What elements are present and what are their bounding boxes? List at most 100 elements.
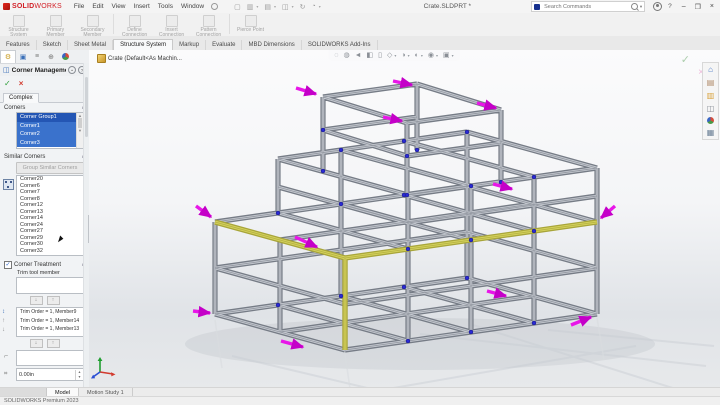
list-item[interactable]: Trim Order = 1, Member14 — [17, 317, 83, 326]
pierce-point-button[interactable]: Pierce Point — [232, 15, 269, 33]
restore-button[interactable]: ❐ — [695, 3, 701, 11]
graphics-viewport[interactable]: Crate (Default<As Machin... ◌ ◍ ◄ ◧ ▯ ◇▾… — [89, 50, 720, 388]
search-icon[interactable] — [631, 3, 638, 10]
tab-solidworks-addins[interactable]: SOLIDWORKS Add-Ins — [302, 40, 378, 50]
property-manager-tab[interactable]: ⚙ — [0, 50, 16, 63]
manager-tab-strip: ⚙ ▣ ≡ ⊕ — [0, 50, 89, 64]
menu-tools[interactable]: Tools — [158, 3, 173, 10]
previous-view-icon[interactable]: ◄ — [355, 52, 362, 59]
insert-connection-element-icon — [166, 15, 178, 27]
view-orientation-icon[interactable]: ◇ — [387, 51, 392, 59]
menu-insert[interactable]: Insert — [134, 3, 150, 10]
dynamic-annotation-icon[interactable]: ▯ — [378, 51, 382, 59]
corners-scrollbar[interactable]: ▲▼ — [76, 113, 83, 148]
list-item[interactable]: Corner32 — [17, 248, 83, 255]
menu-view[interactable]: View — [112, 3, 126, 10]
flyout-feature-tree[interactable]: Crate (Default<As Machin... — [97, 54, 182, 63]
list-item[interactable]: Corner3 — [17, 139, 83, 148]
list-item[interactable]: Corner2 — [17, 130, 83, 139]
options-icon[interactable]: ◔ — [312, 3, 316, 10]
corners-group-header[interactable]: Corners ∧ — [0, 103, 89, 112]
view-palette-icon[interactable]: ◫ — [707, 104, 715, 113]
feature-manager-tab[interactable]: ▣ — [16, 50, 30, 63]
tab-sketch[interactable]: Sketch — [37, 40, 68, 50]
view-settings-icon[interactable]: ▣ — [443, 51, 450, 59]
corners-listbox[interactable]: Corner Group1 Corner1 Corner2 Corner3 ▲▼ — [16, 112, 84, 149]
move-buttons: ↓ ↑ — [0, 339, 89, 348]
menu-window[interactable]: Window — [181, 3, 204, 10]
confirmation-corner-ok-icon[interactable]: ✓ — [681, 53, 690, 66]
3dexperience-icon — [534, 4, 540, 10]
save-icon[interactable]: ▤ — [264, 3, 271, 11]
display-style-icon[interactable]: ◑ — [401, 52, 405, 59]
trim-tool-member-box[interactable] — [16, 277, 84, 294]
frame-members[interactable] — [215, 84, 597, 350]
move-down-button[interactable]: ↓ — [30, 339, 43, 348]
display-manager-tab[interactable] — [58, 50, 72, 63]
list-item[interactable]: Trim Order = 1, Member9 — [17, 308, 83, 317]
reorder-controls: ↕ ↑ ↓ — [2, 309, 5, 333]
tab-sheet-metal[interactable]: Sheet Metal — [68, 40, 113, 50]
zoom-fit-icon[interactable]: ◌ — [334, 52, 338, 59]
move-down-button[interactable]: ↓ — [30, 296, 43, 305]
swap-order-icon[interactable]: ↕ — [2, 309, 5, 315]
home-icon[interactable]: ⌂ — [708, 65, 713, 74]
menu-edit[interactable]: Edit — [92, 3, 103, 10]
corner-treatment-checkbox[interactable]: ✓ — [4, 261, 12, 269]
cancel-button[interactable]: × — [19, 79, 24, 88]
similar-corners-listbox[interactable]: Corner20 Corner6 Corner7 Corner8 Corner1… — [16, 175, 84, 256]
section-view-icon[interactable]: ◧ — [367, 51, 374, 59]
gap-distance-spinner[interactable]: 0.00in ▲▼ — [16, 368, 84, 381]
edit-appearance-icon[interactable]: ◉ — [428, 51, 434, 59]
user-account-icon[interactable] — [653, 2, 662, 11]
tab-mbd-dimensions[interactable]: MBD Dimensions — [242, 40, 301, 50]
tab-evaluate[interactable]: Evaluate — [206, 40, 242, 50]
primary-member-icon — [50, 15, 62, 27]
tab-complex[interactable]: Complex — [3, 93, 39, 103]
command-manager-tabs: Features Sketch Sheet Metal Structure Sy… — [0, 36, 720, 51]
menu-pin-icon[interactable] — [211, 3, 218, 10]
hide-show-items-icon[interactable]: ◐ — [415, 52, 419, 59]
file-explorer-icon[interactable]: ▥ — [707, 91, 715, 100]
spinner-arrows[interactable]: ▲▼ — [75, 370, 83, 380]
order-up-icon[interactable]: ↑ — [2, 318, 5, 324]
trim-selection-box[interactable] — [16, 350, 84, 366]
search-input[interactable] — [542, 3, 631, 11]
corner-treatment-group-header[interactable]: ✓ Corner Treatment ∧ — [0, 259, 89, 270]
similar-corners-group-header[interactable]: Similar Corners ∧ — [0, 152, 89, 161]
tab-features[interactable]: Features — [0, 40, 37, 50]
appearances-icon[interactable] — [707, 117, 714, 124]
move-up-button[interactable]: ↑ — [47, 296, 60, 305]
print-icon[interactable]: ◫ — [282, 3, 289, 11]
close-button[interactable]: × — [710, 3, 714, 11]
order-down-icon[interactable]: ↓ — [2, 327, 5, 333]
pin-icon[interactable]: • — [68, 66, 76, 74]
ok-button[interactable]: ✓ — [4, 79, 11, 88]
structure-system-button[interactable]: Structure System — [0, 15, 37, 38]
new-document-icon[interactable]: ▢ — [234, 3, 241, 11]
group-similar-corners-button[interactable]: Group Similar Corners — [16, 162, 84, 174]
design-library-icon[interactable]: ▤ — [707, 78, 715, 87]
minimize-button[interactable]: – — [682, 3, 686, 11]
primary-member-button[interactable]: Primary Member — [37, 15, 74, 38]
move-up-button[interactable]: ↑ — [47, 339, 60, 348]
tab-structure-system[interactable]: Structure System — [113, 39, 173, 50]
list-item[interactable]: Trim Order = 1, Member13 — [17, 325, 83, 334]
zoom-area-icon[interactable]: ◍ — [343, 51, 349, 59]
trim-order-listbox[interactable]: Trim Order = 1, Member9 Trim Order = 1, … — [16, 307, 84, 337]
rebuild-icon[interactable]: ↻ — [300, 3, 306, 11]
model-3d-view[interactable] — [89, 50, 720, 388]
gap-distance-icon: ⌗ — [4, 371, 7, 378]
open-icon[interactable]: ▥ — [247, 3, 254, 11]
tab-markup[interactable]: Markup — [173, 40, 206, 50]
search-caret-icon[interactable]: ▾ — [640, 4, 642, 10]
dimxpert-manager-tab[interactable]: ⊕ — [44, 50, 58, 63]
solidworks-logo-text: SOLIDWORKS — [12, 3, 62, 10]
menu-file[interactable]: File — [74, 3, 84, 10]
secondary-member-button[interactable]: Secondary Member — [74, 15, 111, 38]
configuration-manager-tab[interactable]: ≡ — [30, 50, 44, 63]
list-item[interactable]: Corner1 — [17, 122, 83, 131]
help-icon[interactable]: ? — [668, 3, 672, 10]
list-item[interactable]: Corner Group1 — [17, 113, 83, 122]
custom-properties-icon[interactable]: ▦ — [707, 128, 715, 137]
